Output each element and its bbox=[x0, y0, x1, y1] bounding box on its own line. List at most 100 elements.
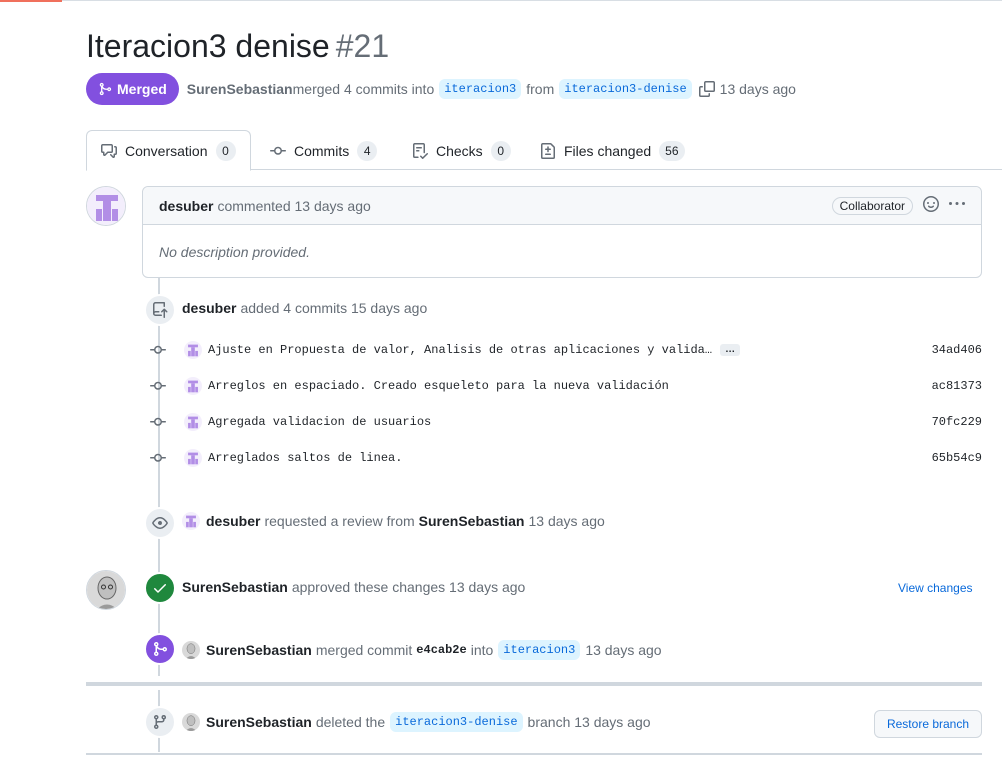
tab-files-changed[interactable]: Files changed 56 bbox=[526, 130, 699, 171]
from-text: from bbox=[526, 81, 555, 97]
surensebastian-mini-avatar[interactable] bbox=[182, 641, 200, 659]
merge-into-text: into bbox=[470, 642, 494, 658]
merged-event-badge bbox=[144, 633, 176, 665]
file-diff-icon bbox=[541, 142, 555, 159]
surensebastian-avatar[interactable] bbox=[86, 570, 126, 610]
pr-meta: Merged SurenSebastian merged 4 commits i… bbox=[86, 73, 796, 105]
commit-row: Ajuste en Propuesta de valor, Analisis d… bbox=[150, 340, 982, 360]
pr-tabs: Conversation 0 Commits 4 Checks 0 Files … bbox=[86, 130, 1002, 171]
approval-event: SurenSebastian approved these changes 13… bbox=[182, 579, 525, 595]
commit-avatar[interactable] bbox=[184, 377, 202, 395]
git-branch-icon bbox=[153, 715, 166, 730]
checklist-icon bbox=[413, 142, 428, 159]
pr-author-link[interactable]: SurenSebastian bbox=[187, 81, 293, 97]
merge-commit-sha[interactable]: e4cab2e bbox=[416, 643, 466, 657]
merger-name[interactable]: SurenSebastian bbox=[206, 642, 312, 658]
added-commits-author[interactable]: desuber bbox=[182, 300, 236, 316]
review-requester[interactable]: desuber bbox=[206, 513, 260, 529]
top-accent-bar bbox=[0, 0, 62, 2]
smiley-icon[interactable] bbox=[923, 196, 939, 215]
approval-text: approved these changes 13 days ago bbox=[291, 579, 526, 595]
bottom-separator bbox=[86, 753, 982, 755]
repo-push-badge bbox=[144, 294, 176, 326]
page-title: Iteracion3 denise #21 bbox=[86, 28, 389, 65]
tab-conversation[interactable]: Conversation 0 bbox=[86, 130, 251, 171]
commit-sha[interactable]: 65b54c9 bbox=[932, 451, 982, 465]
timeline-line-top bbox=[158, 278, 160, 676]
merge-icon bbox=[99, 82, 112, 96]
merged-state-badge: Merged bbox=[86, 73, 179, 105]
deleted-suffix: branch 13 days ago bbox=[527, 714, 651, 730]
tab-files-changed-count: 56 bbox=[659, 140, 685, 161]
review-request-event: desuber requested a review from SurenSeb… bbox=[182, 512, 605, 530]
comment-body: No description provided. bbox=[159, 244, 310, 260]
tab-conversation-count: 0 bbox=[215, 140, 236, 161]
pr-number: #21 bbox=[335, 28, 390, 64]
pr-description-comment: desuber commented 13 days ago Collaborat… bbox=[142, 186, 982, 278]
commit-dot-icon bbox=[150, 342, 166, 358]
restore-branch-button[interactable]: Restore branch bbox=[874, 710, 982, 738]
collaborator-badge: Collaborator bbox=[831, 196, 913, 215]
commit-avatar[interactable] bbox=[184, 413, 202, 431]
commit-avatar[interactable] bbox=[184, 449, 202, 467]
desuber-avatar[interactable] bbox=[86, 186, 126, 226]
comment-header: desuber commented 13 days ago Collaborat… bbox=[143, 187, 981, 225]
added-commits-event: desuber added 4 commits 15 days ago bbox=[182, 300, 427, 316]
tab-checks[interactable]: Checks 0 bbox=[398, 130, 525, 171]
tab-commits-count: 4 bbox=[357, 140, 378, 161]
deleted-branch-name[interactable]: iteracion3-denise bbox=[390, 712, 523, 732]
merge-target-branch[interactable]: iteracion3 bbox=[498, 640, 581, 660]
eye-icon bbox=[152, 517, 168, 529]
reviewer-name[interactable]: SurenSebastian bbox=[419, 513, 525, 529]
git-merge-icon bbox=[154, 642, 168, 656]
merge-time: 13 days ago bbox=[585, 642, 662, 658]
review-request-badge bbox=[144, 507, 176, 539]
merged-text: merged 4 commits into bbox=[292, 81, 435, 97]
comment-author[interactable]: desuber bbox=[159, 198, 213, 214]
approved-badge bbox=[144, 572, 176, 604]
tab-commits-label: Commits bbox=[294, 142, 350, 159]
tab-files-changed-label: Files changed bbox=[564, 142, 652, 159]
commit-sha[interactable]: 70fc229 bbox=[932, 415, 982, 429]
approver-name[interactable]: SurenSebastian bbox=[182, 579, 288, 595]
tab-checks-label: Checks bbox=[436, 142, 483, 159]
git-commit-icon bbox=[270, 146, 286, 155]
kebab-horizontal-icon[interactable] bbox=[949, 196, 965, 215]
added-commits-text: added 4 commits 15 days ago bbox=[240, 300, 428, 316]
deleter-name[interactable]: SurenSebastian bbox=[206, 714, 312, 730]
commit-message[interactable]: Agregada validacion de usuarios bbox=[208, 415, 431, 429]
branch-deleted-badge bbox=[144, 706, 176, 738]
surensebastian-mini-avatar[interactable] bbox=[182, 713, 200, 731]
tab-checks-count: 0 bbox=[490, 140, 511, 161]
commit-dot-icon bbox=[150, 450, 166, 466]
base-branch-label[interactable]: iteracion3 bbox=[439, 79, 522, 99]
review-request-time: 13 days ago bbox=[528, 513, 605, 529]
commit-message[interactable]: Ajuste en Propuesta de valor, Analisis d… bbox=[208, 343, 712, 357]
merged-state-label: Merged bbox=[117, 81, 167, 97]
repo-push-icon bbox=[153, 302, 168, 318]
commit-row: Arreglos en espaciado. Creado esqueleto … bbox=[150, 376, 982, 396]
copy-icon[interactable] bbox=[698, 81, 715, 97]
commit-dot-icon bbox=[150, 414, 166, 430]
comment-discussion-icon bbox=[101, 143, 117, 158]
view-changes-link[interactable]: View changes bbox=[898, 581, 973, 595]
comment-action: commented 13 days ago bbox=[217, 197, 371, 214]
commit-row: Arreglados saltos de linea. 65b54c9 bbox=[150, 448, 982, 468]
desuber-mini-avatar[interactable] bbox=[182, 512, 200, 530]
tab-commits[interactable]: Commits 4 bbox=[256, 130, 391, 171]
commit-sha[interactable]: 34ad406 bbox=[932, 343, 982, 357]
merge-text: merged commit bbox=[315, 642, 413, 658]
commit-dot-icon bbox=[150, 378, 166, 394]
expand-commit-button[interactable]: … bbox=[720, 344, 741, 356]
pr-meta-text: SurenSebastian merged 4 commits into ite… bbox=[187, 79, 796, 99]
branch-deleted-event: SurenSebastian deleted the iteracion3-de… bbox=[182, 712, 651, 732]
commit-avatar[interactable] bbox=[184, 341, 202, 359]
commit-message[interactable]: Arreglos en espaciado. Creado esqueleto … bbox=[208, 379, 669, 393]
review-request-text: requested a review from bbox=[264, 513, 415, 529]
commit-message[interactable]: Arreglados saltos de linea. bbox=[208, 451, 402, 465]
tab-conversation-label: Conversation bbox=[125, 142, 208, 159]
check-icon bbox=[154, 584, 166, 593]
head-branch-label[interactable]: iteracion3-denise bbox=[559, 79, 692, 99]
pr-time: 13 days ago bbox=[719, 81, 796, 97]
commit-sha[interactable]: ac81373 bbox=[932, 379, 982, 393]
